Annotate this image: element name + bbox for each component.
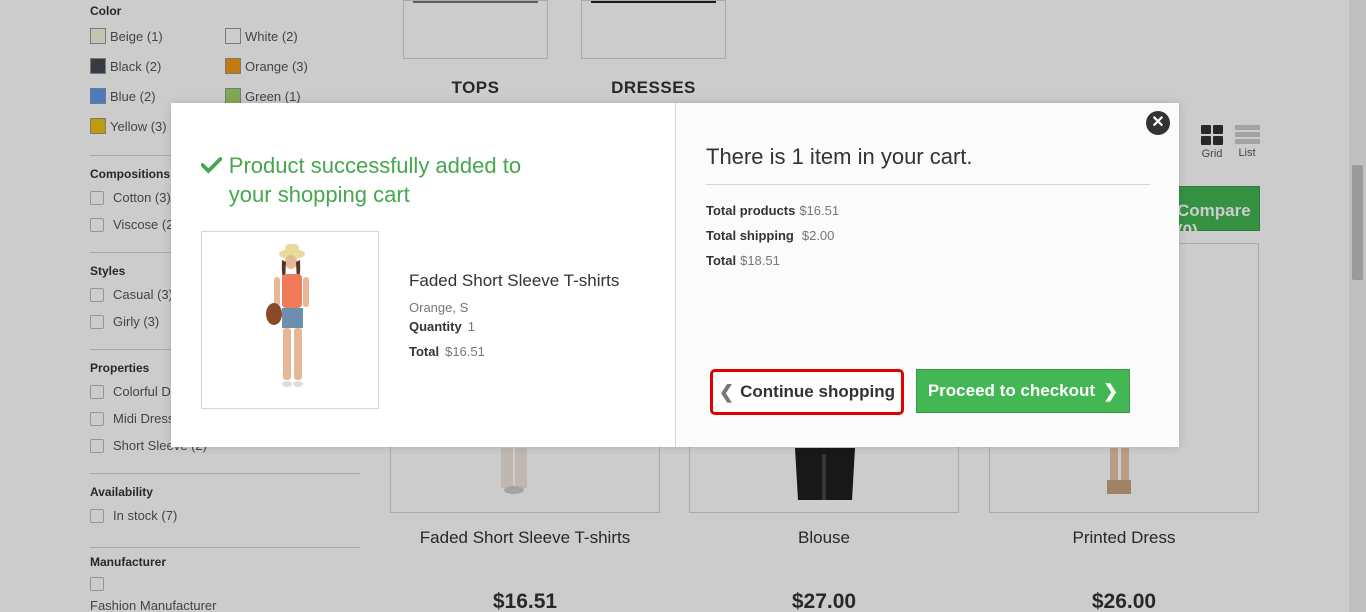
total-shipping-value: $2.00 [801,228,835,243]
continue-shopping-button[interactable]: ❮ Continue shopping [710,369,904,415]
total-products-value: $16.51 [799,203,840,218]
proceed-to-checkout-label: Proceed to checkout [927,381,1096,400]
cart-summary-panel: ✕ There is 1 item in your cart. Total pr… [675,103,1179,447]
chevron-right-icon: ❯ [1103,380,1119,401]
success-message: Product successfully added to your shopp… [201,151,561,209]
close-icon[interactable]: ✕ [1146,111,1170,135]
cart-heading: There is 1 item in your cart. [706,144,973,169]
cart-total-label: Total [706,253,737,268]
cart-divider [706,184,1150,185]
product-photo [266,244,309,387]
total-shipping-line: Total shipping $2.00 [706,228,834,243]
cart-total-value: $18.51 [740,253,780,268]
product-name: Faded Short Sleeve T-shirts [409,271,620,290]
product-attributes: Orange, S [409,300,469,315]
continue-shopping-label: Continue shopping [740,382,895,401]
cart-total-line: Total $18.51 [706,253,780,268]
quantity-label: Quantity [409,319,462,334]
total-shipping-label: Total shipping [706,228,794,243]
total-value: $16.51 [445,344,485,359]
quantity-value: 1 [467,319,475,334]
checkmark-icon [201,157,222,174]
total-label: Total [409,344,440,359]
total-products-line: Total products $16.51 [706,203,839,218]
product-total: Total $16.51 [409,344,485,359]
add-to-cart-modal: Product successfully added to your shopp… [171,103,1179,447]
product-quantity: Quantity 1 [409,319,475,334]
added-product-panel: Product successfully added to your shopp… [171,103,675,447]
product-thumbnail [201,231,379,409]
chevron-left-icon: ❮ [719,381,735,402]
proceed-to-checkout-button[interactable]: Proceed to checkout ❯ [916,369,1130,413]
success-text: Product successfully added to your shopp… [228,153,522,207]
total-products-label: Total products [706,203,796,218]
